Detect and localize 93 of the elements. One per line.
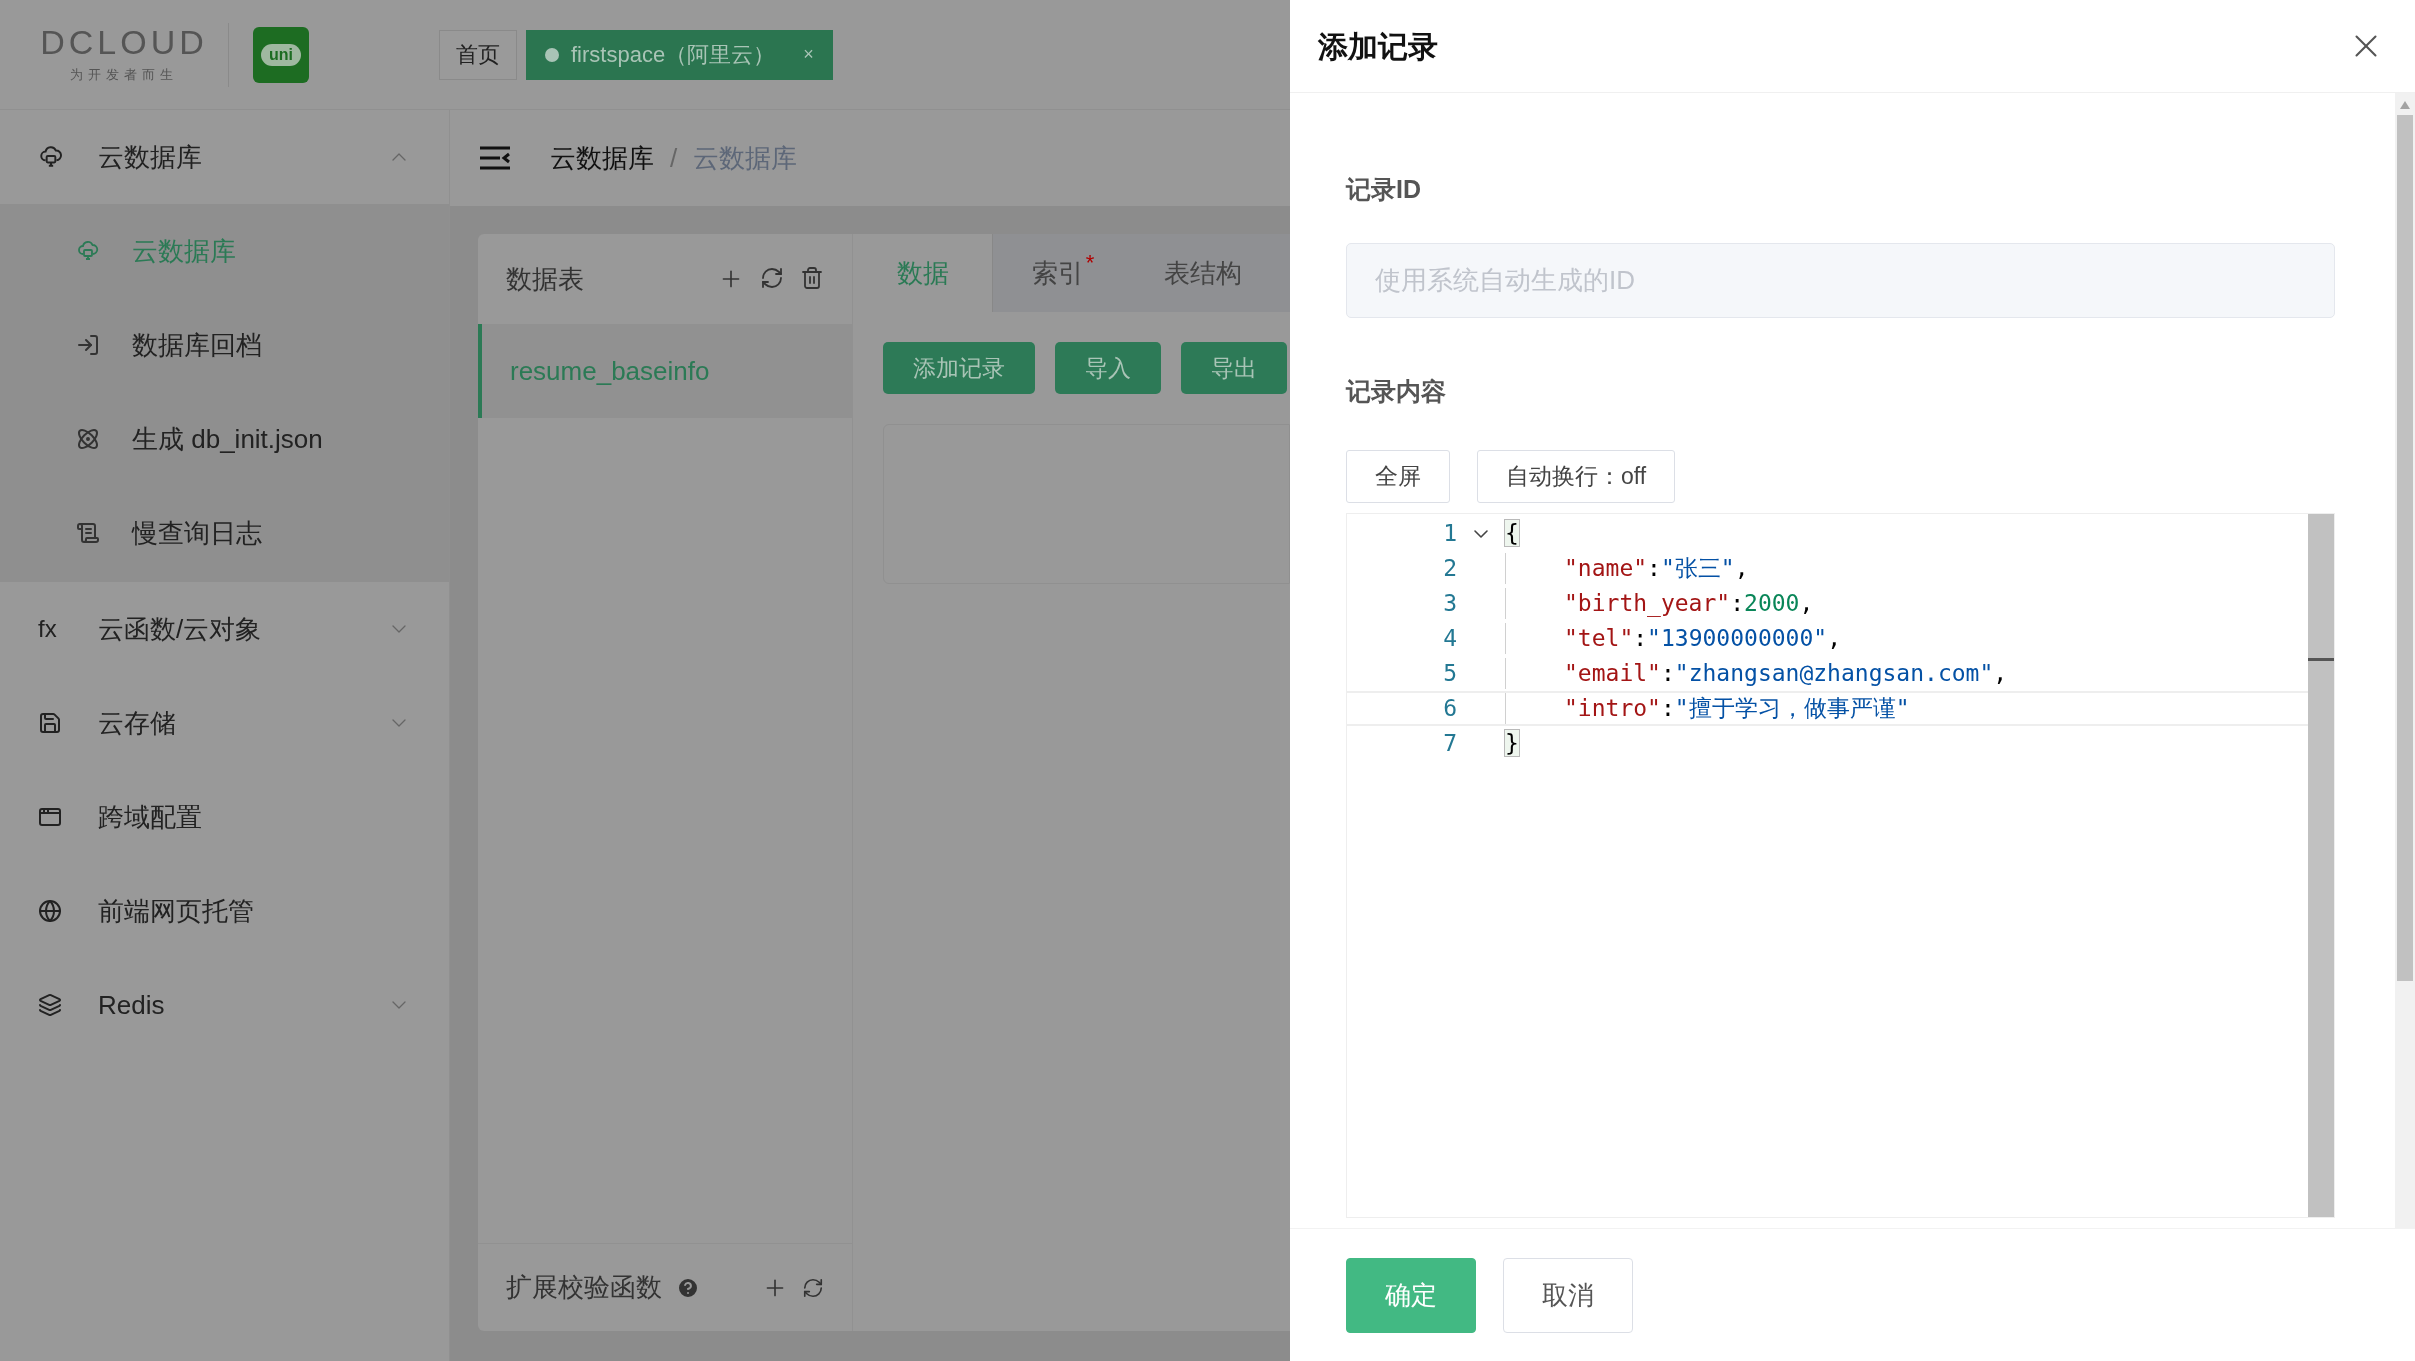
tab-label: 数据 bbox=[896, 256, 949, 290]
sidebar-item[interactable]: 前端网页托管 bbox=[0, 864, 449, 958]
submenu-label: 云数据库 bbox=[132, 234, 236, 268]
view-tab[interactable]: 索引* bbox=[993, 234, 1133, 312]
panel-title: 数据表 bbox=[506, 262, 585, 296]
submenu-item[interactable]: 慢查询日志 bbox=[0, 486, 449, 580]
cloud-monitor-icon bbox=[38, 144, 64, 170]
code-token: "email" bbox=[1564, 660, 1661, 686]
function-icon: fx bbox=[38, 611, 57, 647]
matched-bracket: } bbox=[1505, 730, 1519, 756]
tab-label: 索引 bbox=[1031, 256, 1084, 290]
tab-label: 表结构 bbox=[1164, 256, 1242, 290]
save-icon bbox=[38, 711, 62, 735]
confirm-button[interactable]: 确定 bbox=[1346, 1257, 1476, 1333]
tab-close[interactable]: × bbox=[803, 41, 814, 68]
sidebar-item[interactable]: 云数据库 bbox=[0, 110, 449, 204]
line-number: 2 bbox=[1442, 554, 1457, 583]
code-token: "擅于学习，做事严谨" bbox=[1674, 695, 1910, 721]
logo-wordmark: DCLOUD bbox=[40, 24, 208, 59]
code-token: "birth_year" bbox=[1564, 590, 1731, 616]
code-token: "intro" bbox=[1564, 695, 1661, 721]
page-tab[interactable]: firstspace（阿里云） × bbox=[526, 29, 833, 80]
code-editor[interactable]: 1 { 2 "name":"张三", 3 "birth_year":2000, 4 "tel":"13900000000", 5 "email":"zhangsan@zhangsan.com", 6 "intro":"擅于学习，做事严谨" 7 } bbox=[1346, 513, 2335, 1218]
breadcrumb-separator: / bbox=[670, 141, 678, 175]
code-token: "张三" bbox=[1660, 555, 1735, 581]
sidebar-item[interactable]: fx 云函数/云对象 bbox=[0, 582, 449, 676]
breadcrumb-item: 云数据库 bbox=[693, 141, 798, 175]
toolbar-button[interactable]: 添加记录 bbox=[883, 342, 1035, 394]
toolbar-button[interactable]: 导入 bbox=[1055, 342, 1161, 394]
line-number: 4 bbox=[1442, 624, 1457, 653]
submenu-label: 慢查询日志 bbox=[132, 516, 262, 550]
code-token: , bbox=[1993, 660, 2008, 686]
refresh-icon[interactable] bbox=[760, 266, 784, 290]
code-token: : bbox=[1633, 625, 1648, 651]
code-token: , bbox=[1827, 625, 1841, 651]
window-icon bbox=[38, 805, 62, 829]
matched-bracket: { bbox=[1505, 520, 1519, 546]
code-token: : bbox=[1730, 590, 1745, 616]
editor-button[interactable]: 全屏 bbox=[1346, 450, 1450, 503]
line-number: 1 bbox=[1442, 519, 1457, 548]
trash-icon[interactable] bbox=[800, 266, 824, 290]
field-label: 记录ID bbox=[1346, 174, 1422, 205]
field-label: 记录内容 bbox=[1346, 375, 1447, 407]
drawer-scrollbar[interactable] bbox=[2395, 93, 2415, 1228]
editor-button[interactable]: 自动换行：off bbox=[1477, 450, 1676, 503]
sidebar-label: Redis bbox=[98, 988, 166, 1022]
view-tab[interactable]: 表结构 bbox=[1133, 234, 1273, 312]
cloud-monitor-icon bbox=[76, 239, 100, 263]
submenu-item[interactable]: 数据库回档 bbox=[0, 298, 449, 392]
line-number: 3 bbox=[1442, 589, 1457, 618]
sidebar-label: 云存储 bbox=[98, 706, 177, 740]
refresh-icon[interactable] bbox=[802, 1276, 824, 1299]
sidebar-label: 前端网页托管 bbox=[98, 894, 255, 928]
layers-icon bbox=[38, 993, 62, 1017]
required-marker: * bbox=[1085, 249, 1095, 277]
scroll-icon bbox=[76, 521, 100, 545]
editor-scrollbar[interactable] bbox=[2308, 514, 2334, 1217]
sidebar-item[interactable]: Redis bbox=[0, 958, 449, 1052]
logo-tagline: 为开发者而生 bbox=[70, 65, 178, 84]
code-token: , bbox=[1734, 555, 1749, 581]
page-tab[interactable]: 首页 bbox=[439, 29, 517, 80]
submenu-label: 生成 db_init.json bbox=[132, 422, 323, 456]
footer-label: 扩展校验函数 bbox=[506, 1271, 662, 1304]
menu-collapse-icon[interactable] bbox=[480, 146, 510, 170]
sidebar-label: 云数据库 bbox=[98, 140, 203, 174]
sign-in-icon bbox=[76, 333, 100, 357]
code-token: "name" bbox=[1564, 555, 1648, 581]
globe-icon bbox=[38, 899, 62, 923]
sidebar-label: 跨域配置 bbox=[98, 800, 203, 834]
toolbar-button[interactable]: 导出 bbox=[1181, 342, 1287, 394]
code-token: : bbox=[1660, 660, 1675, 686]
sidebar-item[interactable]: 云存储 bbox=[0, 676, 449, 770]
page-tab-label: firstspace（阿里云） bbox=[571, 41, 776, 69]
line-number: 7 bbox=[1442, 729, 1457, 758]
breadcrumb-item[interactable]: 云数据库 bbox=[550, 138, 654, 178]
app-icon-label: uni bbox=[261, 43, 301, 66]
sidebar-item[interactable]: 跨域配置 bbox=[0, 770, 449, 864]
sidebar-label: 云函数/云对象 bbox=[98, 612, 263, 646]
atom-icon bbox=[76, 427, 100, 451]
drawer-title: 添加记录 bbox=[1318, 28, 1439, 65]
code-token: : bbox=[1647, 555, 1661, 581]
code-token: 2000 bbox=[1744, 590, 1800, 616]
code-token: , bbox=[1799, 590, 1814, 616]
line-number: 5 bbox=[1442, 659, 1457, 688]
cancel-button[interactable]: 取消 bbox=[1503, 1257, 1633, 1333]
code-token: "13900000000" bbox=[1647, 625, 1828, 651]
code-token: "tel" bbox=[1564, 625, 1634, 651]
line-number: 6 bbox=[1442, 694, 1457, 723]
submenu-label: 数据库回档 bbox=[132, 328, 262, 362]
code-token: "zhangsan@zhangsan.com" bbox=[1674, 660, 1994, 686]
page-tab-label: 首页 bbox=[456, 41, 500, 69]
submenu-item[interactable]: 生成 db_init.json bbox=[0, 392, 449, 486]
code-token: : bbox=[1660, 695, 1675, 721]
